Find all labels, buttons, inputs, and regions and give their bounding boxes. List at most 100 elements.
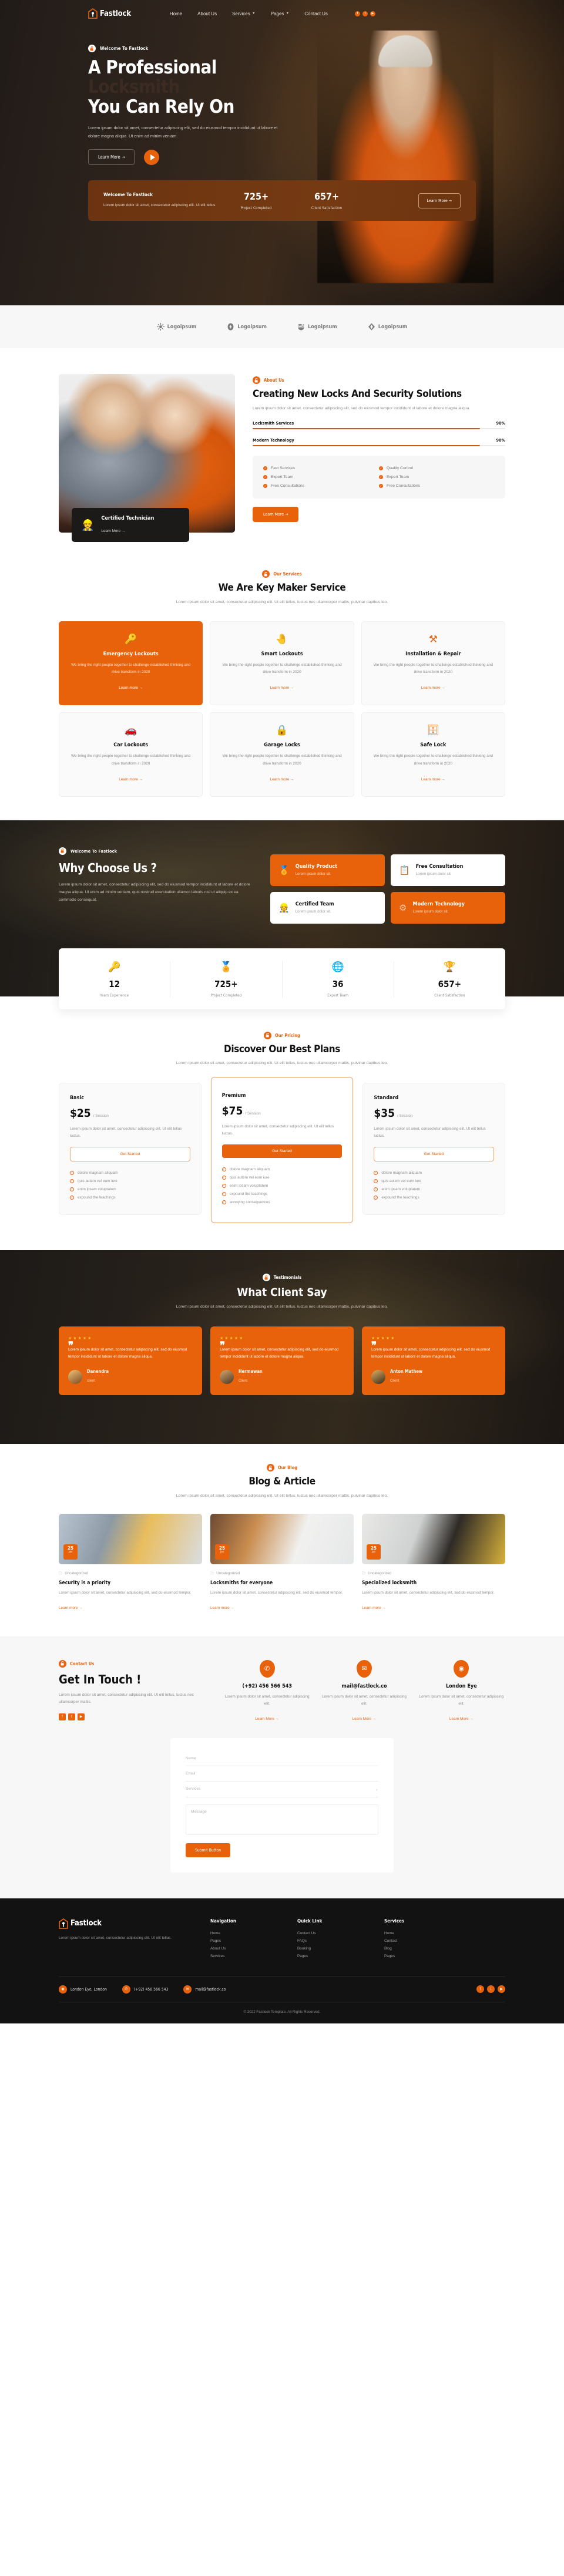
why-card-title: Quality Product [295,864,338,870]
play-icon[interactable] [144,149,160,165]
plan-get-started-button[interactable]: Get Started [70,1147,190,1162]
feature-item: ✓ Free Consultations [379,481,495,490]
why-card-modern-technology[interactable]: ⚙ Modern Technology Lorem ipsum dolor si… [391,891,505,924]
blog-category: 🗀 Uncategorized [210,1570,354,1577]
email-field[interactable]: Email [186,1766,378,1782]
stats-learn-more-button[interactable]: Learn More → [418,193,461,208]
stat-value: 657+ [314,191,340,203]
cert-card-link[interactable]: Learn More → [101,529,125,533]
facebook-icon[interactable]: f [476,1985,484,1994]
hero-learn-more-button[interactable]: Learn More → [88,149,135,166]
footer-email[interactable]: ✉ mail@fastlock.co [183,1985,226,1994]
testimonials-subtitle: Lorem ipsum dolor sit amet, consectetur … [176,1305,388,1309]
blog-link[interactable]: Learn more → [362,1606,386,1610]
service-link[interactable]: Learn more → [119,777,143,782]
about-tag-label: About Us [264,378,284,383]
submit-button[interactable]: Submit Button [186,1843,231,1857]
why-card-free-consultation[interactable]: 📋 Free Consultation Lorem ipsum dolor si… [391,854,505,886]
brand-logo[interactable]: Fastlock [88,8,131,19]
certified-technician-card[interactable]: 👷 Certified Technician Learn More → [72,508,189,542]
footer-link[interactable]: Home [210,1930,281,1937]
services-tag-label: Our Services [273,571,302,577]
logo-item[interactable]: Logoipsum [297,323,337,331]
blog-card[interactable]: 25 Jan 🗀 Uncategorized Specialized locksm… [362,1514,505,1611]
footer-link[interactable]: Pages [297,1952,368,1960]
footer-link[interactable]: Home [384,1930,455,1937]
plan-feature-label: quis autem vel eum iure [381,1178,422,1183]
nav-label: About Us [197,11,217,16]
youtube-icon[interactable]: ▶ [78,1713,85,1720]
service-card-emergency-lockouts[interactable]: 🔑 Emergency Lockouts We bring the right … [59,621,203,706]
services-select[interactable]: Services ⌄ [186,1782,378,1797]
service-card-garage-locks[interactable]: 🔒 Garage Locks We bring the right people… [210,712,354,797]
plan-get-started-button[interactable]: Get Started [374,1147,494,1162]
footer-link[interactable]: Contact [384,1937,455,1945]
service-card-car-lockouts[interactable]: 🚗 Car Lockouts We bring the right people… [59,712,203,797]
footer-link[interactable]: Services [210,1952,281,1960]
nav-item-services[interactable]: Services ▼ [232,11,256,16]
blog-thumbnail: 25 Jan [59,1514,202,1565]
logo-item[interactable]: Logoipsum [156,323,196,331]
facebook-icon[interactable]: f [354,11,360,16]
contact-card-link[interactable]: Learn More → [255,1717,279,1721]
about-tag: About Us [253,376,505,384]
twitter-icon[interactable]: t [68,1713,75,1720]
nav-item-about-us[interactable]: About Us [197,11,217,16]
footer-phone[interactable]: ✆ (+92) 456 566 543 [122,1985,168,1994]
why-eyebrow-label: Welcome To Fastlock [70,848,118,854]
blog-card[interactable]: 25 Jan 🗀 Uncategorized Security is a prio… [59,1514,202,1611]
service-link[interactable]: Learn more → [421,777,445,782]
plan-get-started-button[interactable]: Get Started [221,1144,343,1159]
logo-item[interactable]: Logoipsum [368,323,407,331]
name-field[interactable]: Name [186,1751,378,1766]
contact-card-link[interactable]: Learn More → [449,1717,474,1721]
youtube-icon[interactable]: ▶ [498,1985,505,1994]
service-text: We bring the right people together to ch… [71,663,191,675]
blog-excerpt: Lorem ipsum dolor sit amet, consectetur … [59,1591,192,1595]
contact-card-link[interactable]: Learn More → [352,1717,377,1721]
why-card-certified-team[interactable]: 👷 Certified Team Lorem ipsum dolor sit. [270,891,385,924]
service-card-smart-lockouts[interactable]: 🤚 Smart Lockouts We bring the right peop… [210,621,354,706]
nav-item-home[interactable]: Home [170,11,182,16]
about-learn-more-button[interactable]: Learn More → [253,507,299,523]
logo-item[interactable]: Logoipsum [227,323,267,331]
footer-link[interactable]: Pages [384,1952,455,1960]
twitter-icon[interactable]: t [487,1985,495,1994]
counter-label: Years Experience [100,992,129,998]
service-card-installation-repair[interactable]: ⚒ Installation & Repair We bring the rig… [361,621,505,706]
chevron-down-icon: ▼ [286,12,290,15]
footer-link[interactable]: Pages [210,1937,281,1945]
footer-link[interactable]: About Us [210,1945,281,1952]
testimonials-grid: ★★★★★ ❞ Lorem ipsum dolor sit amet, cons… [59,1326,505,1396]
unlock-icon [253,376,260,384]
nav-item-pages[interactable]: Pages ▼ [271,11,290,16]
blog-link[interactable]: Learn more → [210,1606,234,1610]
service-link[interactable]: Learn more → [421,686,445,690]
plan-feature: ✓ enim ipsam voluptatem [70,1185,190,1193]
plan-feature-label: enim ipsam voluptatem [78,1187,116,1191]
facebook-icon[interactable]: f [59,1713,66,1720]
footer-link[interactable]: Blog [384,1945,455,1952]
service-link[interactable]: Learn more → [119,686,143,690]
why-card-quality-product[interactable]: 🏅 Quality Product Lorem ipsum dolor sit. [270,854,385,886]
blog-link[interactable]: Learn more → [59,1606,83,1610]
blog-card[interactable]: 25 Jan 🗀 Uncategorized Locksmiths for eve… [210,1514,354,1611]
twitter-icon[interactable]: t [362,11,368,16]
pricing-section: Our Pricing Discover Our Best Plans Lore… [0,1009,564,1251]
service-link[interactable]: Learn more → [270,686,294,690]
footer-link[interactable]: Contact Us [297,1930,368,1937]
footer-link[interactable]: FAQs [297,1937,368,1945]
footer-address[interactable]: ◉ London Eye, London [59,1985,107,1994]
youtube-icon[interactable]: ▶ [370,11,375,16]
message-textarea[interactable]: Message [186,1804,378,1835]
service-card-safe-lock[interactable]: 🗄 Safe Lock We bring the right people to… [361,712,505,797]
phone-icon: ✆ [259,1659,275,1678]
service-link[interactable]: Learn more → [270,777,294,782]
plan-amount: $35 [374,1106,395,1120]
nav-label: Services [232,11,250,16]
technician-icon: 👷 [278,903,290,913]
footer-logo[interactable]: Fastlock [59,1918,194,1929]
footer-link[interactable]: Booking [297,1945,368,1952]
check-icon: ✓ [379,466,383,471]
nav-item-contact-us[interactable]: Contact Us [304,11,328,16]
